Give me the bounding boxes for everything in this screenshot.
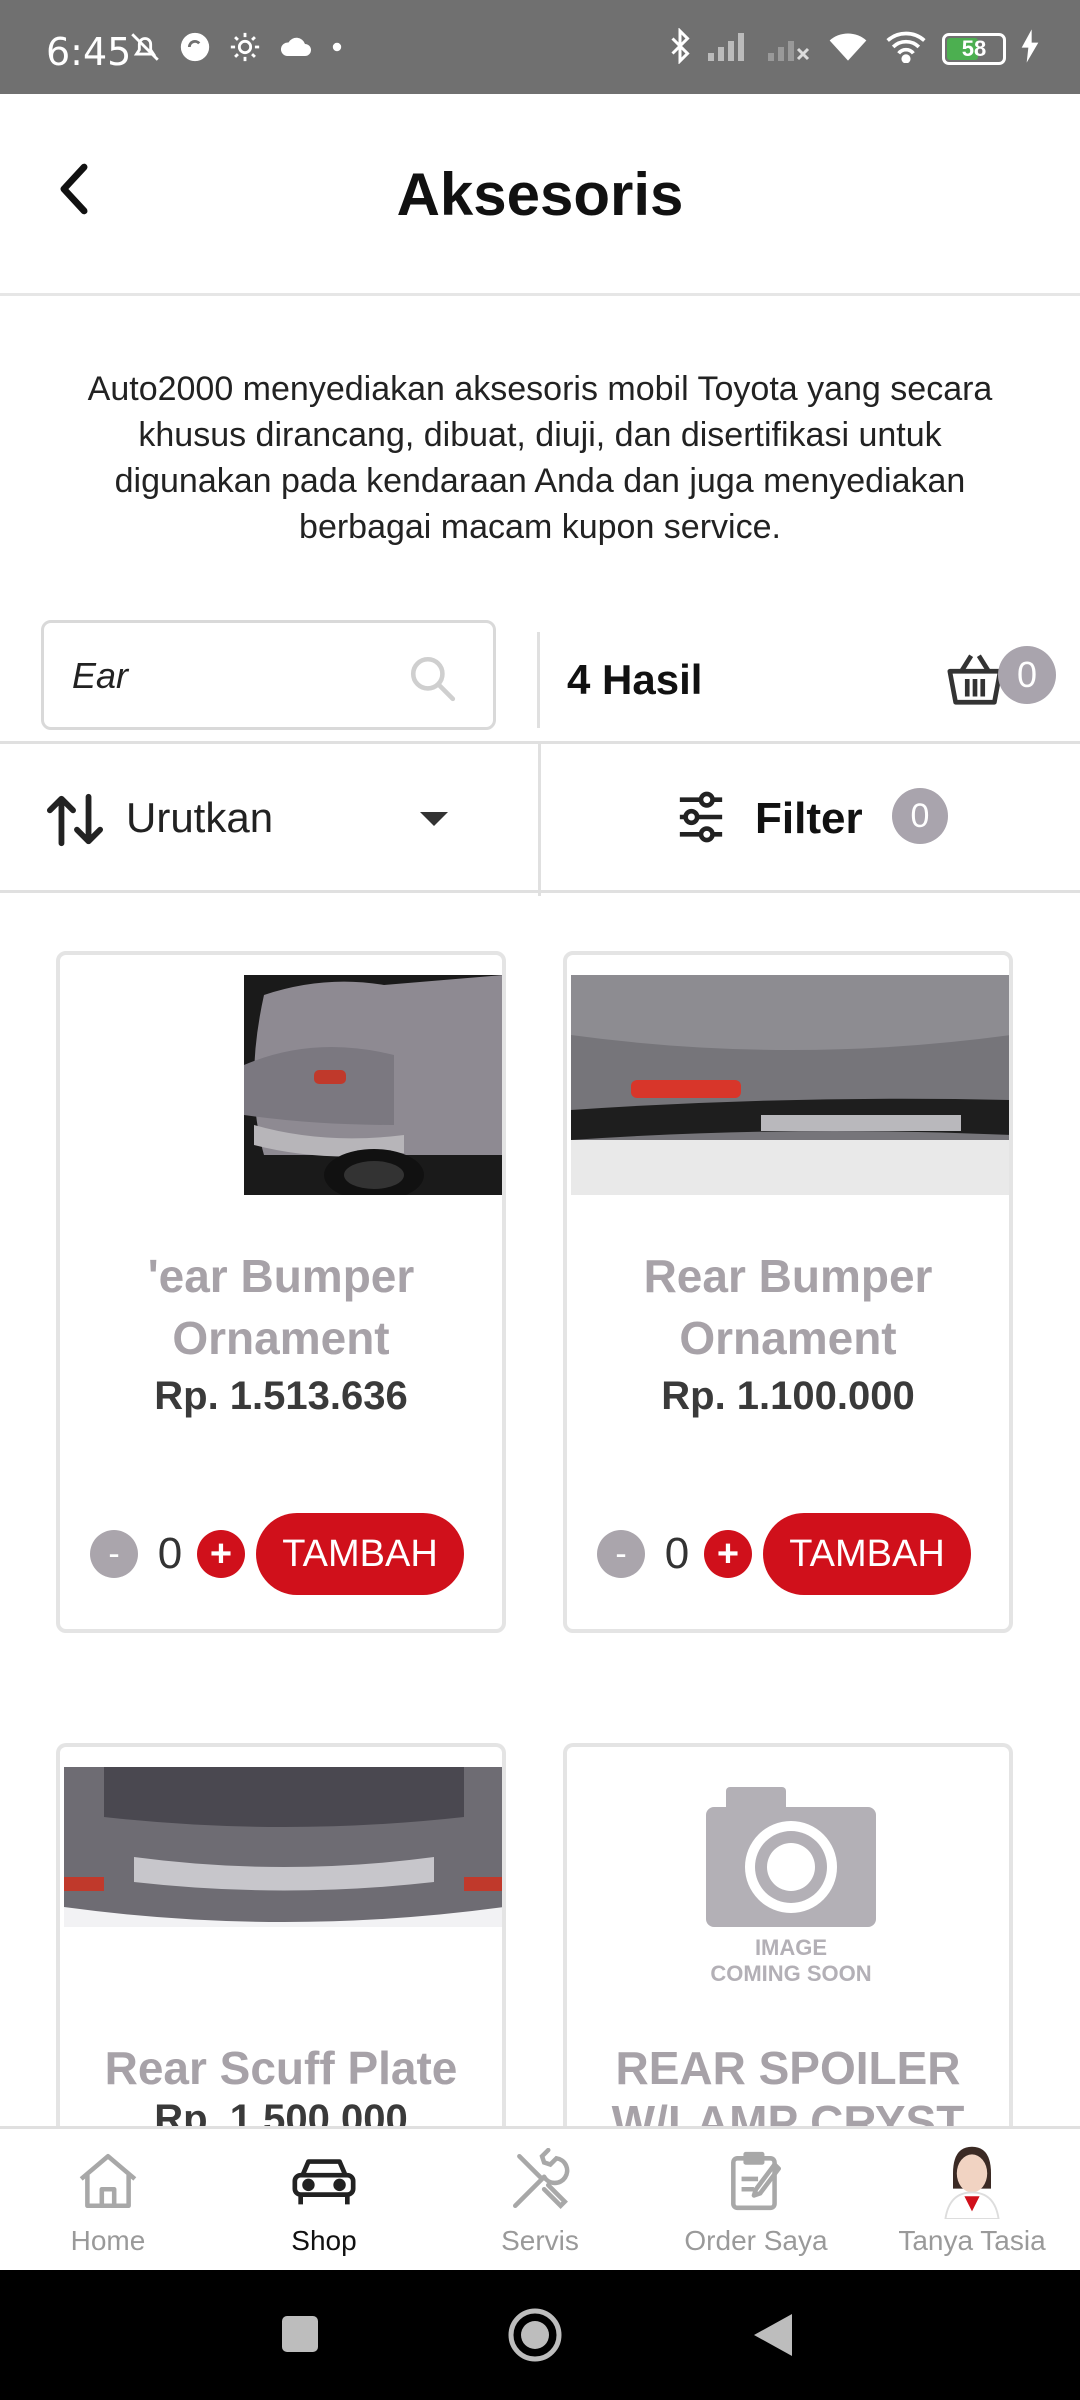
filter-button[interactable]: Filter 0 [541, 744, 1080, 890]
signal-no-sim-icon [766, 29, 812, 68]
charging-icon [1020, 29, 1040, 68]
filter-label: Filter [755, 794, 863, 843]
product-price: Rp. 1.513.636 [154, 1374, 408, 1418]
nav-servis[interactable]: Servis [432, 2129, 648, 2273]
order-icon [648, 2143, 864, 2219]
page-description: Auto2000 menyediakan aksesoris mobil Toy… [87, 370, 993, 546]
assistant-avatar-icon [864, 2143, 1080, 2219]
system-navigation-bar [0, 2270, 1080, 2400]
bell-off-icon [128, 30, 162, 69]
product-name[interactable]: Rear Bumper [577, 1245, 999, 1307]
status-left-icons [128, 30, 344, 69]
cloud-icon [278, 32, 314, 67]
product-name[interactable]: W/LAMP CRYST [577, 2091, 999, 2126]
car-icon [216, 2143, 432, 2219]
sort-filter-bar: Urutkan Filter 0 [0, 741, 1080, 896]
search-input[interactable] [72, 651, 412, 701]
basket-icon [944, 648, 1006, 715]
qty-increase-button[interactable]: + [197, 1530, 245, 1578]
wifi-hotspot-icon [884, 29, 928, 68]
product-card[interactable]: Rear Bumper Ornament Rp. 1.100.000 - 0 +… [563, 951, 1013, 1633]
sort-dropdown[interactable]: Urutkan [0, 744, 538, 890]
product-image-placeholder: IMAGE COMING SOON [571, 1767, 1009, 1987]
sort-label: Urutkan [126, 794, 274, 841]
nav-label: Shop [291, 2225, 357, 2256]
status-bar: 6:45 58 [0, 0, 1080, 94]
qty-decrease-button[interactable]: - [90, 1530, 138, 1578]
product-name[interactable]: Rear Scuff Plate [70, 2037, 492, 2099]
product-price: Rp. 1.100.000 [661, 1374, 915, 1418]
bottom-navigation: Home Shop Servis Order Saya Tanya Tasia [0, 2126, 1080, 2270]
battery-percent: 58 [961, 35, 987, 61]
search-icon[interactable] [407, 653, 457, 708]
image-placeholder-text: COMING SOON [710, 1961, 872, 1986]
recents-button-icon[interactable] [280, 2314, 320, 2359]
divider [537, 632, 540, 728]
qty-decrease-button[interactable]: - [597, 1530, 645, 1578]
page-title: Aksesoris [396, 161, 684, 228]
home-button-icon[interactable] [507, 2307, 563, 2368]
nav-shop[interactable]: Shop [216, 2129, 432, 2273]
product-price: Rp. 1.500.000 [154, 2097, 408, 2126]
status-time: 6:45 [46, 30, 132, 74]
image-placeholder-text: IMAGE [754, 1935, 828, 1960]
battery-indicator: 58 [942, 32, 1006, 65]
nav-home[interactable]: Home [0, 2129, 216, 2273]
cart-count-badge: 0 [998, 646, 1056, 704]
bluetooth-icon [668, 27, 692, 69]
home-icon [0, 2143, 216, 2219]
product-image [64, 1767, 502, 1987]
search-box[interactable] [41, 620, 496, 730]
tools-icon [432, 2143, 648, 2219]
add-to-cart-button[interactable]: TAMBAH [763, 1513, 971, 1595]
filter-count-badge: 0 [892, 788, 948, 844]
product-card[interactable]: IMAGE COMING SOON REAR SPOILER W/LAMP CR… [563, 1743, 1013, 2126]
nav-tanya-tasia[interactable]: Tanya Tasia [864, 2129, 1080, 2273]
status-right-icons: 58 [668, 27, 1040, 69]
nav-order-saya[interactable]: Order Saya [648, 2129, 864, 2273]
product-card[interactable]: 'ear Bumper Ornament Rp. 1.513.636 - 0 +… [56, 951, 506, 1633]
sync-icon [178, 30, 212, 69]
nav-label: Home [70, 2225, 146, 2256]
product-name[interactable]: 'ear Bumper [70, 1245, 492, 1307]
add-to-cart-button[interactable]: TAMBAH [256, 1513, 464, 1595]
nav-label: Tanya Tasia [898, 2225, 1046, 2256]
settings-gear-icon [228, 30, 262, 69]
product-name[interactable]: Ornament [70, 1307, 492, 1369]
qty-value: 0 [157, 1529, 183, 1578]
product-image [64, 975, 502, 1195]
product-image [571, 975, 1009, 1195]
caret-down-icon [418, 810, 450, 833]
qty-value: 0 [664, 1529, 690, 1578]
nav-label: Order Saya [684, 2225, 828, 2256]
product-name[interactable]: Ornament [577, 1307, 999, 1369]
nav-label: Servis [501, 2225, 579, 2256]
wifi-icon [826, 29, 870, 68]
product-name[interactable]: REAR SPOILER [577, 2037, 999, 2099]
sliders-icon [676, 790, 726, 849]
app-header: Aksesoris [0, 94, 1080, 296]
sort-arrows-icon [46, 792, 104, 853]
product-card[interactable]: Rear Scuff Plate Rp. 1.500.000 [56, 1743, 506, 2126]
qty-increase-button[interactable]: + [704, 1530, 752, 1578]
signal-icon [706, 29, 752, 68]
back-button-icon[interactable] [752, 2312, 794, 2363]
result-count: 4 Hasil [567, 656, 703, 703]
dot-icon [330, 32, 344, 67]
cart-button[interactable]: 0 [944, 646, 1056, 716]
